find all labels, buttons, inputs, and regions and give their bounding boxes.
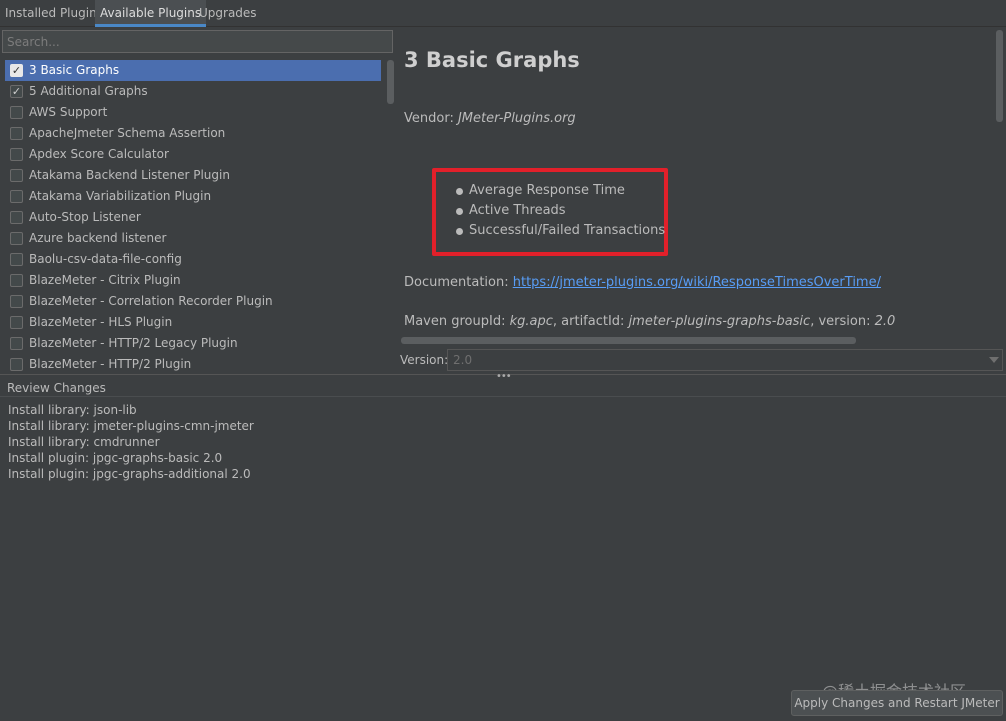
feature-label: Average Response Time	[469, 183, 625, 198]
plugin-label: Baolu-csv-data-file-config	[29, 252, 182, 266]
checkbox-checked-icon[interactable]: ✓	[10, 85, 23, 98]
review-change-item: Install plugin: jpgc-graphs-basic 2.0	[8, 451, 223, 465]
apply-changes-button[interactable]: Apply Changes and Restart JMeter	[791, 690, 1003, 716]
vendor-line: Vendor: JMeter-Plugins.org	[404, 111, 576, 126]
review-change-item: Install library: json-lib	[8, 403, 137, 417]
review-divider	[0, 396, 1006, 397]
maven-artifactid-label: , artifactId:	[552, 314, 629, 329]
review-changes-header: Review Changes	[7, 381, 106, 395]
checkbox-icon[interactable]	[10, 274, 23, 287]
vendor-label: Vendor:	[404, 111, 458, 126]
plugin-label: BlazeMeter - HLS Plugin	[29, 315, 173, 329]
version-select[interactable]: 2.0	[447, 349, 1003, 371]
plugin-label: 3 Basic Graphs	[29, 63, 120, 77]
review-change-item: Install library: cmdrunner	[8, 435, 160, 449]
version-select-value: 2.0	[453, 353, 473, 367]
plugin-title: 3 Basic Graphs	[404, 48, 580, 72]
plugin-list-item[interactable]: AWS Support	[5, 102, 381, 123]
checkbox-icon[interactable]	[10, 232, 23, 245]
plugin-label: BlazeMeter - HTTP/2 Plugin	[29, 357, 192, 371]
plugin-list-item[interactable]: BlazeMeter - Correlation Recorder Plugin	[5, 291, 381, 312]
plugin-list-scrollbar-track[interactable]	[386, 58, 394, 373]
maven-version-value: 2.0	[874, 314, 896, 329]
checkbox-icon[interactable]	[10, 253, 23, 266]
plugin-list-item[interactable]: Atakama Backend Listener Plugin	[5, 165, 381, 186]
plugin-list-item[interactable]: Atakama Variabilization Plugin	[5, 186, 381, 207]
feature-list: Average Response Time Active Threads Succe…	[456, 183, 665, 243]
plugin-label: BlazeMeter - Citrix Plugin	[29, 273, 181, 287]
plugin-label: 5 Additional Graphs	[29, 84, 148, 98]
feature-label: Successful/Failed Transactions	[469, 223, 666, 238]
tab-available-plugins[interactable]: Available Plugins	[95, 0, 207, 27]
plugin-list-item[interactable]: Azure backend listener	[5, 228, 381, 249]
documentation-line: Documentation: https://jmeter-plugins.or…	[404, 275, 881, 290]
plugin-list: ✓ 3 Basic Graphs ✓ 5 Additional Graphs AWS S…	[0, 58, 385, 373]
checkbox-icon[interactable]	[10, 169, 23, 182]
checkbox-checked-icon[interactable]: ✓	[10, 64, 23, 77]
checkbox-icon[interactable]	[10, 358, 23, 371]
bullet-icon	[456, 208, 463, 215]
feature-item: Successful/Failed Transactions	[456, 223, 665, 243]
vendor-value: JMeter-Plugins.org	[457, 111, 576, 126]
review-change-item: Install plugin: jpgc-graphs-additional 2…	[8, 467, 251, 481]
plugin-tabs: Installed Plugins Available Plugins Upgr…	[0, 0, 1006, 27]
search-input[interactable]	[2, 30, 393, 53]
plugin-list-item[interactable]: ✓ 5 Additional Graphs	[5, 81, 381, 102]
review-changes-list: Install library: json-lib Install library…	[8, 402, 254, 482]
plugin-list-item[interactable]: BlazeMeter - HLS Plugin	[5, 312, 381, 333]
plugin-label: Atakama Backend Listener Plugin	[29, 168, 230, 182]
checkbox-icon[interactable]	[10, 127, 23, 140]
plugin-label: BlazeMeter - Correlation Recorder Plugin	[29, 294, 273, 308]
tab-upgrades[interactable]: Upgrades	[194, 0, 262, 27]
checkbox-icon[interactable]	[10, 295, 23, 308]
checkbox-icon[interactable]	[10, 211, 23, 224]
splitter-grip-icon[interactable]: •••	[496, 372, 512, 382]
plugin-list-item[interactable]: Auto-Stop Listener	[5, 207, 381, 228]
documentation-link[interactable]: https://jmeter-plugins.org/wiki/Response…	[513, 275, 881, 290]
plugin-list-item[interactable]: BlazeMeter - Citrix Plugin	[5, 270, 381, 291]
plugin-label: Auto-Stop Listener	[29, 210, 141, 224]
plugin-list-scrollbar-thumb[interactable]	[387, 60, 394, 104]
checkbox-icon[interactable]	[10, 190, 23, 203]
chevron-down-icon	[989, 357, 999, 363]
plugin-list-item[interactable]: ApacheJmeter Schema Assertion	[5, 123, 381, 144]
maven-groupid-label: Maven groupId:	[404, 314, 510, 329]
checkbox-icon[interactable]	[10, 148, 23, 161]
review-change-item: Install library: jmeter-plugins-cmn-jmet…	[8, 419, 254, 433]
documentation-label: Documentation:	[404, 275, 513, 290]
plugin-list-item[interactable]: Baolu-csv-data-file-config	[5, 249, 381, 270]
plugin-list-item[interactable]: BlazeMeter - HTTP/2 Legacy Plugin	[5, 333, 381, 354]
checkbox-icon[interactable]	[10, 337, 23, 350]
tab-installed-plugins[interactable]: Installed Plugins	[0, 0, 108, 27]
maven-groupid-value: kg.apc	[509, 314, 553, 329]
checkbox-icon[interactable]	[10, 316, 23, 329]
plugin-list-item[interactable]: Apdex Score Calculator	[5, 144, 381, 165]
bullet-icon	[456, 188, 463, 195]
plugin-list-item[interactable]: BlazeMeter - HTTP/2 Plugin	[5, 354, 381, 373]
bullet-icon	[456, 228, 463, 235]
detail-horizontal-scrollbar[interactable]	[401, 337, 856, 344]
feature-item: Average Response Time	[456, 183, 665, 203]
plugin-label: Atakama Variabilization Plugin	[29, 189, 212, 203]
checkbox-icon[interactable]	[10, 106, 23, 119]
plugin-list-item[interactable]: ✓ 3 Basic Graphs	[5, 60, 381, 81]
maven-version-label: , version:	[810, 314, 875, 329]
maven-coordinates: Maven groupId: kg.apc, artifactId: jmete…	[404, 314, 895, 329]
version-label: Version:	[400, 353, 449, 367]
plugin-label: ApacheJmeter Schema Assertion	[29, 126, 226, 140]
plugin-label: BlazeMeter - HTTP/2 Legacy Plugin	[29, 336, 238, 350]
plugin-label: Apdex Score Calculator	[29, 147, 169, 161]
maven-artifactid-value: jmeter-plugins-graphs-basic	[628, 314, 811, 329]
feature-label: Active Threads	[469, 203, 566, 218]
plugin-label: AWS Support	[29, 105, 108, 119]
feature-item: Active Threads	[456, 203, 665, 223]
detail-vertical-scrollbar[interactable]	[996, 30, 1003, 122]
plugin-label: Azure backend listener	[29, 231, 167, 245]
